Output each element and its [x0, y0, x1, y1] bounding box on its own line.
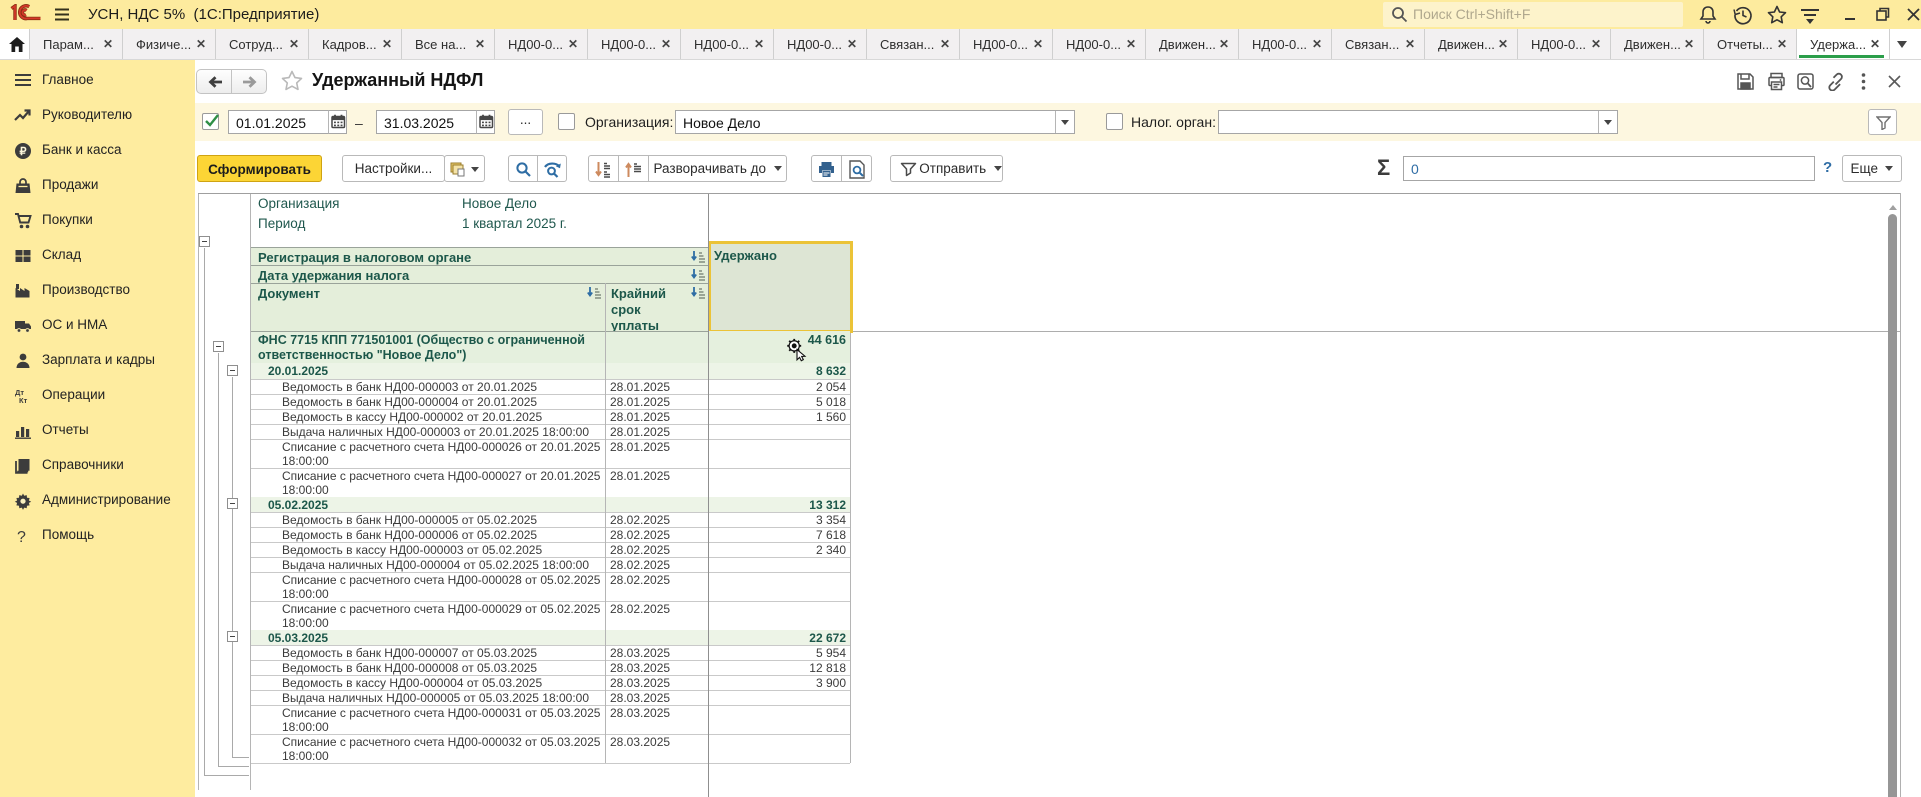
svg-text:?: ? — [17, 529, 26, 545]
svg-text:Кт: Кт — [19, 396, 28, 405]
svg-text:₽: ₽ — [20, 146, 27, 158]
